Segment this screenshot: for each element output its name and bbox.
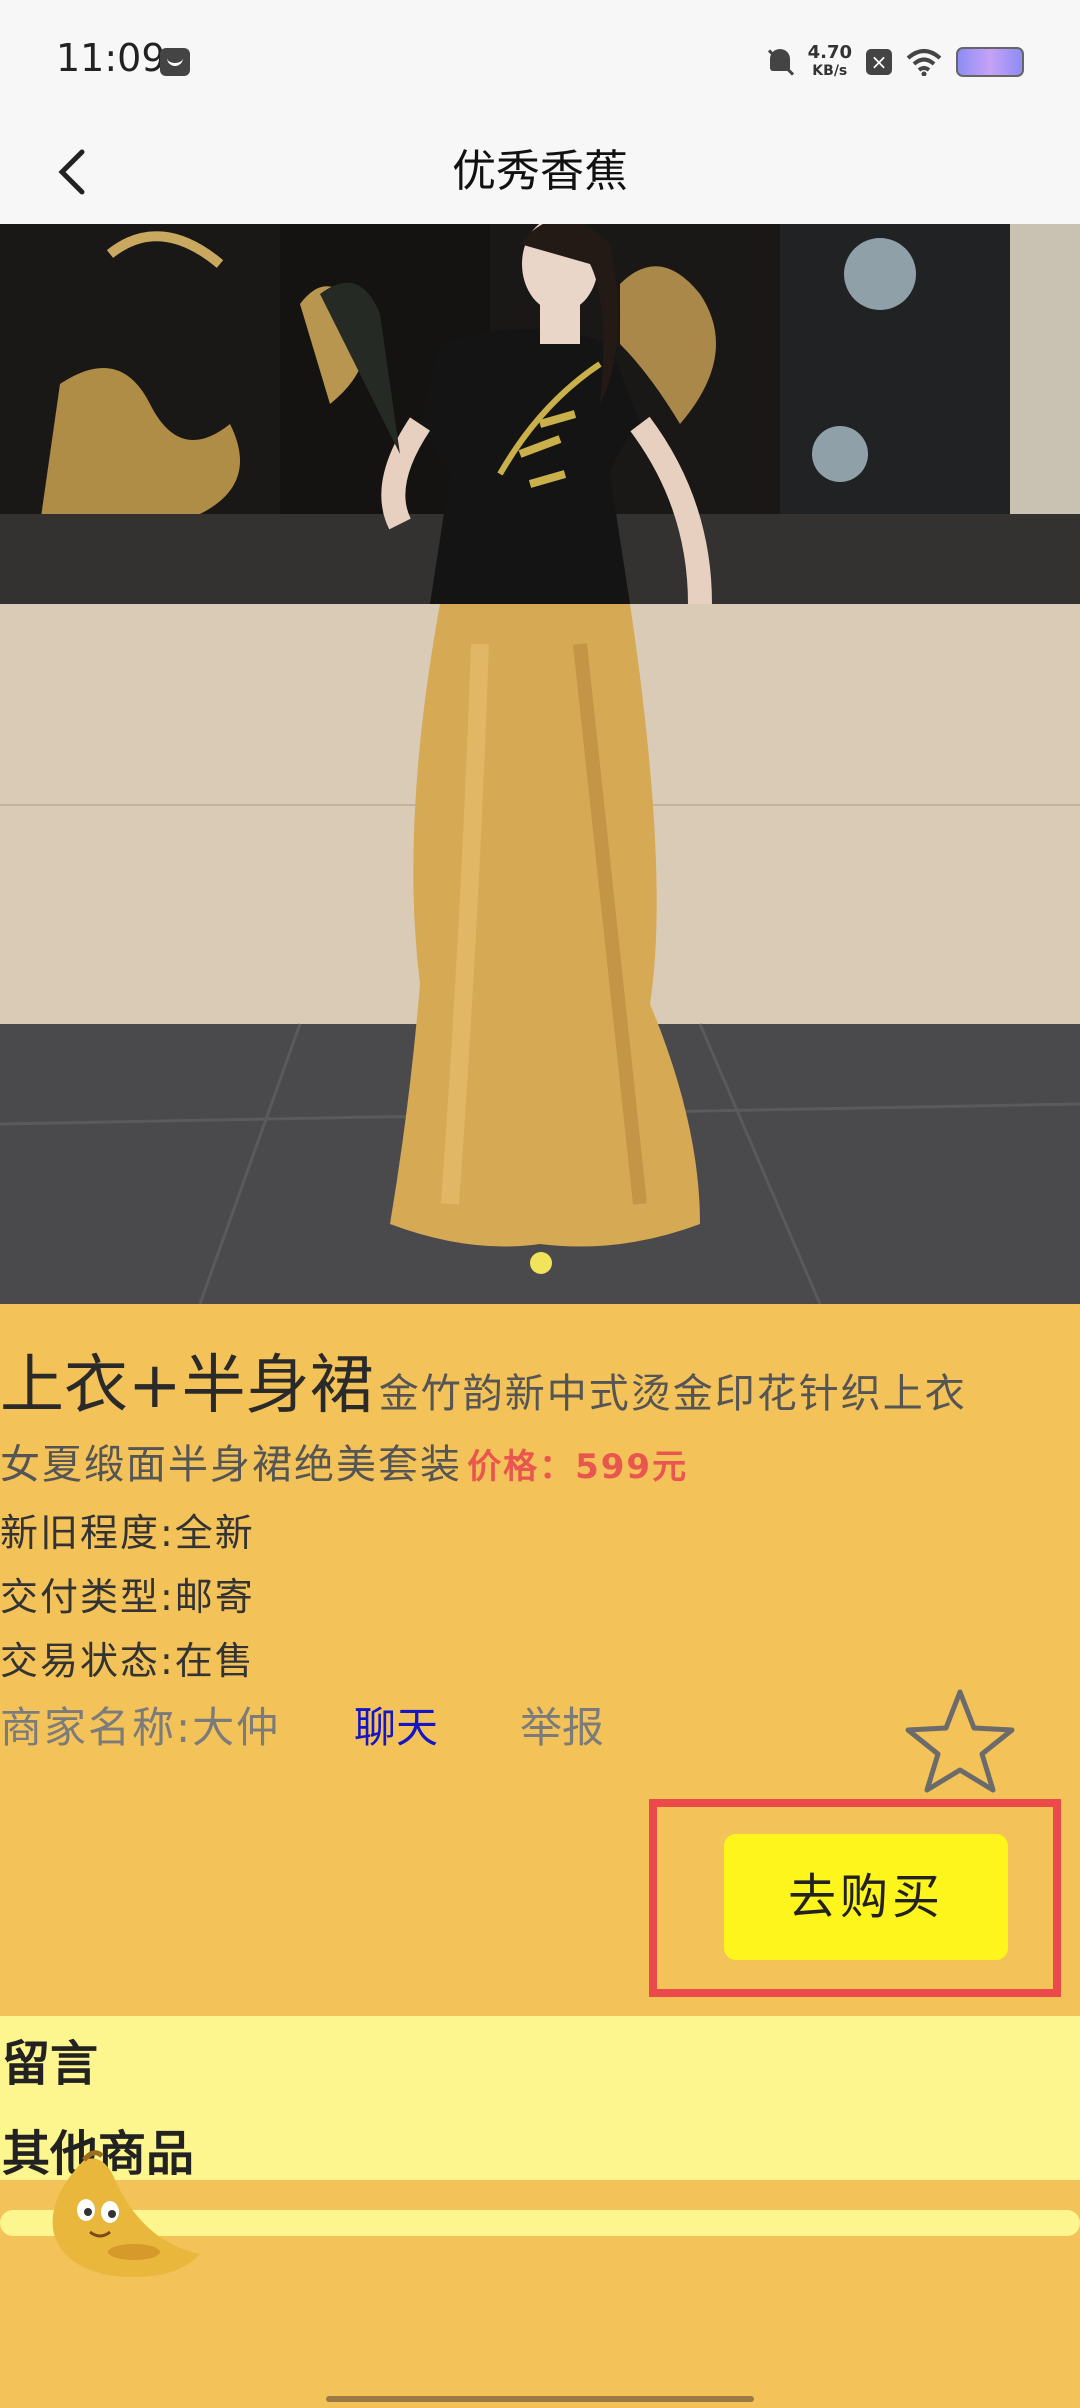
product-image[interactable] [0,224,1080,1304]
report-link[interactable]: 举报 [520,1694,604,1755]
product-description-2: 女夏缎面半身裙绝美套装 [0,1442,462,1488]
status-time: 11:09 [56,36,166,80]
back-icon[interactable] [48,142,108,202]
mute-bell-icon [766,47,794,77]
product-photo [0,224,1080,1304]
delivery-text: 交付类型:邮寄 [0,1575,255,1619]
status-bar: 11:09 4.70 KB/s × [0,0,1080,120]
battery-icon [956,47,1024,77]
buy-button[interactable]: 去购买 [724,1834,1008,1960]
carousel-dot [530,1252,552,1274]
star-outline-icon[interactable] [902,1686,1018,1796]
wifi-icon [906,49,942,76]
chat-link[interactable]: 聊天 [354,1694,438,1755]
home-indicator[interactable] [326,2396,754,2402]
product-description-line: 女夏缎面半身裙绝美套装 价格：599元 [0,1432,688,1490]
product-title-line: 上衣+半身裙 金竹韵新中式烫金印花针织上衣 [0,1334,967,1426]
product-name: 上衣+半身裙 [0,1349,374,1423]
page-title: 优秀香蕉 [452,146,628,197]
top-bar: 优秀香蕉 [0,120,1080,224]
product-description-1: 金竹韵新中式烫金印花针织上衣 [378,1371,967,1417]
close-notification-icon: × [866,49,892,75]
banana-mascot-icon[interactable] [24,2142,204,2282]
condition-text: 新旧程度:全新 [0,1511,255,1555]
seller-text: 商家名称:大仲 [0,1703,281,1752]
comments-section-title[interactable]: 留言 [2,2024,98,2094]
network-speed-value: 4.70 [807,42,852,63]
network-speed-unit: KB/s [812,63,848,79]
message-notification-icon [160,48,190,76]
status-icons: 4.70 KB/s × [766,40,1024,84]
product-price: 价格：599元 [467,1447,689,1487]
network-speed: 4.70 KB/s [808,44,852,80]
trade-status-text: 交易状态:在售 [0,1639,255,1683]
